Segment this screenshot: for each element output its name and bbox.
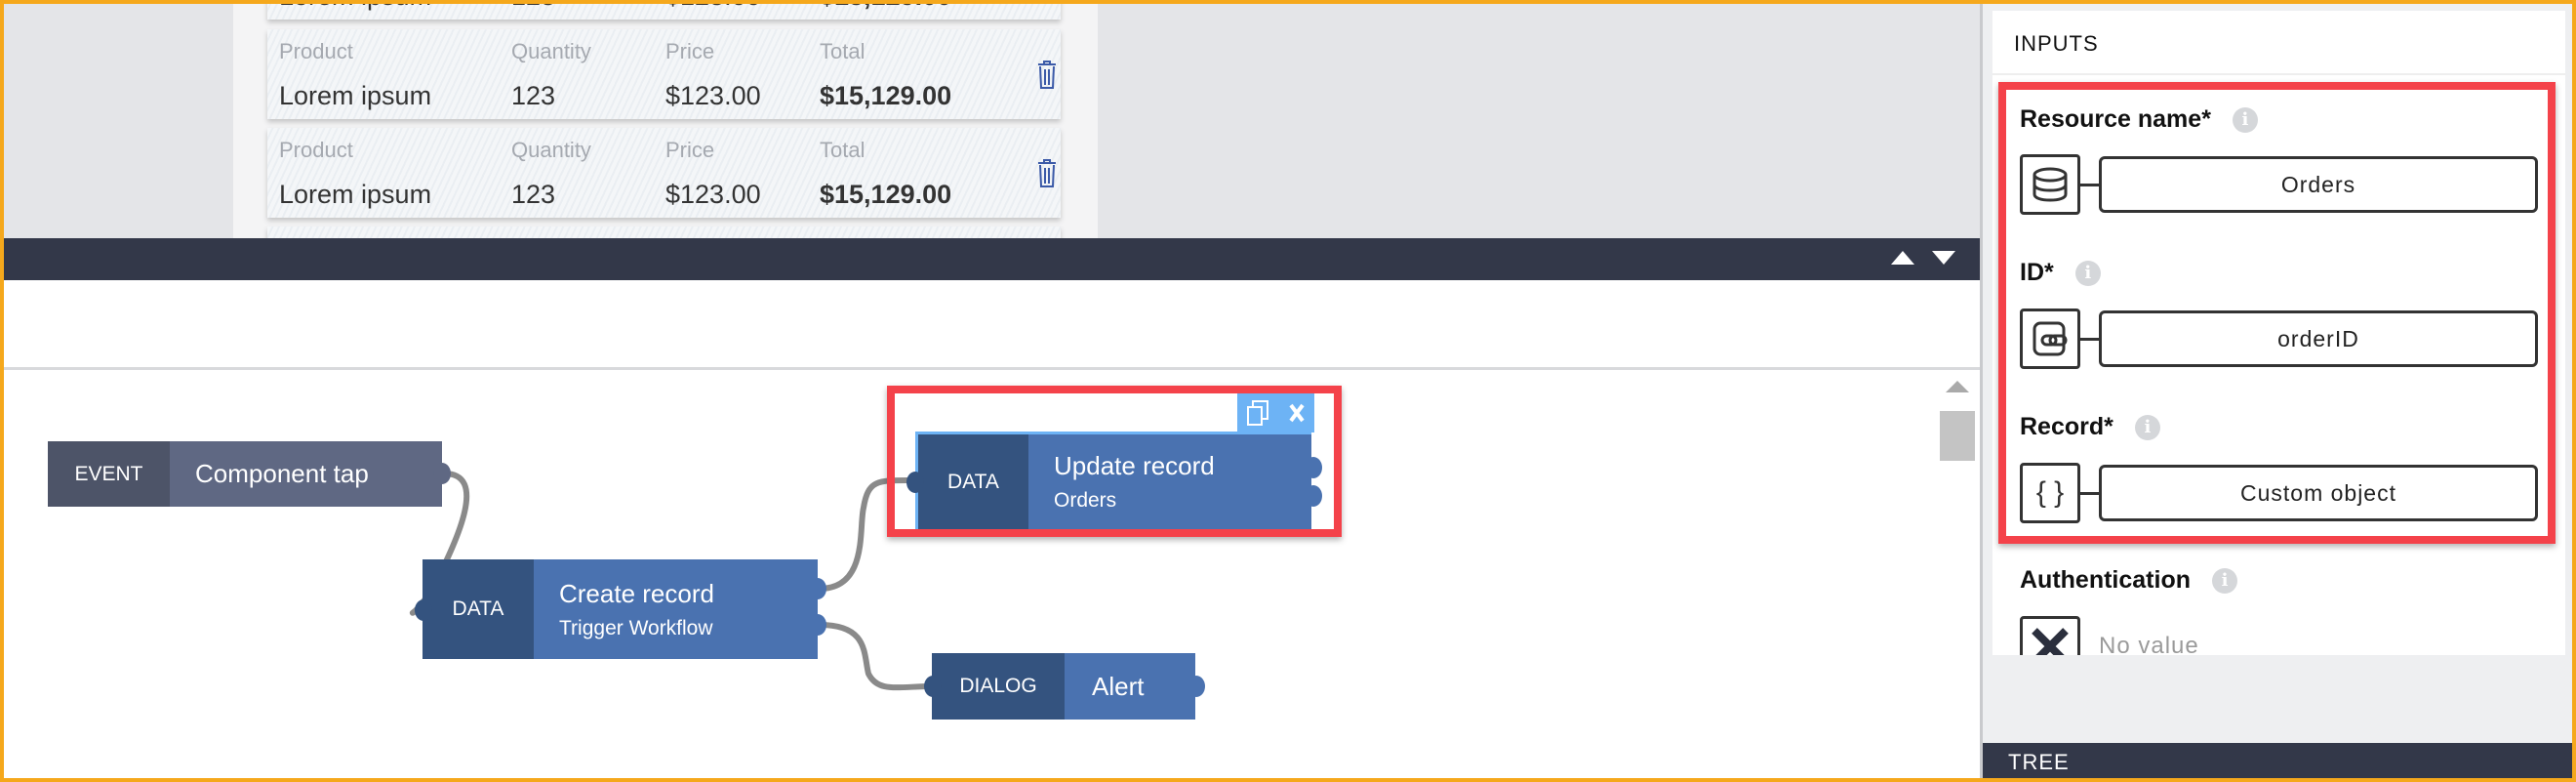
output-port[interactable] xyxy=(809,614,826,636)
event-node-component-tap[interactable]: EVENT Component tap xyxy=(48,441,451,507)
connector xyxy=(2080,338,2099,341)
product-value: Lorem ipsum xyxy=(279,0,431,12)
braces-icon[interactable]: { } xyxy=(2020,463,2080,523)
resource-name-field[interactable]: Orders xyxy=(2099,156,2538,213)
database-icon[interactable] xyxy=(2020,154,2080,215)
node-actions xyxy=(1237,393,1314,432)
properties-panel: INPUTS Resource name* i Orders ID* i order… xyxy=(1980,0,2576,782)
node-subtitle: Trigger Workflow xyxy=(559,616,713,639)
trash-icon[interactable] xyxy=(1036,59,1058,90)
phone-screen: Lorem ipsum 123 $123.00 $15,129.00 Produ… xyxy=(233,0,1098,238)
collapse-down-icon[interactable] xyxy=(1932,251,1955,265)
price-header: Price xyxy=(665,39,715,63)
info-icon[interactable]: i xyxy=(2232,107,2258,134)
output-port[interactable] xyxy=(1187,676,1205,697)
logic-panel-header xyxy=(0,238,1980,280)
data-node-update-record[interactable]: DATA Update record Orders xyxy=(906,432,1322,529)
node-title: Component tap xyxy=(195,459,369,488)
price-value: $123.00 xyxy=(665,81,761,110)
product-value: Lorem ipsum xyxy=(279,81,432,110)
input-port[interactable] xyxy=(415,599,432,621)
link-icon[interactable] xyxy=(2020,309,2080,369)
info-icon[interactable]: i xyxy=(2134,415,2160,441)
trash-icon[interactable] xyxy=(1036,157,1058,188)
inputs-title: INPUTS xyxy=(2014,31,2099,56)
product-value: Lorem ipsum xyxy=(279,180,432,209)
close-icon[interactable] xyxy=(2020,616,2080,655)
tree-panel-header[interactable]: TREE xyxy=(1983,743,2576,782)
product-header: Product xyxy=(279,138,353,162)
node-subtitle: Orders xyxy=(1054,489,1117,512)
scroll-up-icon[interactable] xyxy=(1946,381,1969,392)
duplicate-icon[interactable] xyxy=(1246,399,1269,427)
node-type-tag: DATA xyxy=(423,559,534,659)
price-value: $123.00 xyxy=(665,0,761,12)
node-type-tag: DIALOG xyxy=(932,653,1065,720)
id-label: ID* i xyxy=(2020,259,2101,287)
total-value: $15,129.00 xyxy=(820,180,952,209)
price-value: $123.00 xyxy=(665,180,761,209)
order-row-card[interactable]: Product Quantity Price Total Lorem ipsum… xyxy=(267,128,1061,218)
price-header: Price xyxy=(665,138,715,162)
order-row-card[interactable]: Product Quantity Price Total xyxy=(267,226,1061,238)
delete-node-icon[interactable] xyxy=(1288,401,1306,425)
total-value: $15,129.00 xyxy=(820,0,951,12)
resource-name-label: Resource name* i xyxy=(2020,105,2258,134)
logic-canvas[interactable]: EVENT Component tap DATA Create record Tr… xyxy=(0,371,1980,782)
quantity-value: 123 xyxy=(511,81,556,110)
order-row-card[interactable]: Product Quantity Price Total Lorem ipsum… xyxy=(267,29,1061,119)
quantity-value: 123 xyxy=(511,0,555,12)
expand-up-icon[interactable] xyxy=(1891,251,1914,265)
node-type-tag: DATA xyxy=(918,434,1028,529)
connector xyxy=(2080,492,2099,495)
node-type-tag: EVENT xyxy=(48,441,170,507)
total-value: $15,129.00 xyxy=(820,81,952,110)
input-port[interactable] xyxy=(924,676,942,697)
authentication-label: Authentication i xyxy=(2020,566,2237,595)
inputs-panel: INPUTS Resource name* i Orders ID* i order… xyxy=(1992,11,2565,655)
node-title: Alert xyxy=(1092,671,1145,701)
data-node-create-record[interactable]: DATA Create record Trigger Workflow xyxy=(415,559,826,659)
quantity-value: 123 xyxy=(511,180,556,209)
connector xyxy=(2080,184,2099,186)
wire-create-dialog xyxy=(819,622,935,691)
output-port[interactable] xyxy=(1305,485,1322,507)
quantity-header: Quantity xyxy=(511,138,591,162)
product-header: Product xyxy=(279,39,353,63)
authentication-value[interactable]: No value xyxy=(2099,633,2199,655)
output-port[interactable] xyxy=(433,463,451,484)
record-field[interactable]: Custom object xyxy=(2099,465,2538,521)
id-field[interactable]: orderID xyxy=(2099,310,2538,367)
record-label: Record* i xyxy=(2020,413,2160,441)
node-title: Create record xyxy=(559,578,714,608)
logic-toolbar xyxy=(0,280,1980,370)
output-port[interactable] xyxy=(1305,457,1322,478)
input-port[interactable] xyxy=(906,472,924,493)
app-preview: Lorem ipsum 123 $123.00 $15,129.00 Produ… xyxy=(0,0,1980,238)
scroll-thumb[interactable] xyxy=(1940,411,1975,461)
order-row-card[interactable]: Lorem ipsum 123 $123.00 $15,129.00 xyxy=(267,0,1061,20)
canvas-scrollbar[interactable] xyxy=(1940,381,1975,782)
quantity-header: Quantity xyxy=(511,39,591,63)
info-icon[interactable]: i xyxy=(2074,261,2101,287)
node-title: Update record xyxy=(1054,451,1215,480)
total-header: Total xyxy=(820,138,865,162)
output-port[interactable] xyxy=(809,578,826,599)
dialog-node-alert[interactable]: DIALOG Alert xyxy=(924,653,1205,720)
total-header: Total xyxy=(820,39,865,63)
divider xyxy=(1992,73,2565,75)
info-icon[interactable]: i xyxy=(2212,568,2237,595)
